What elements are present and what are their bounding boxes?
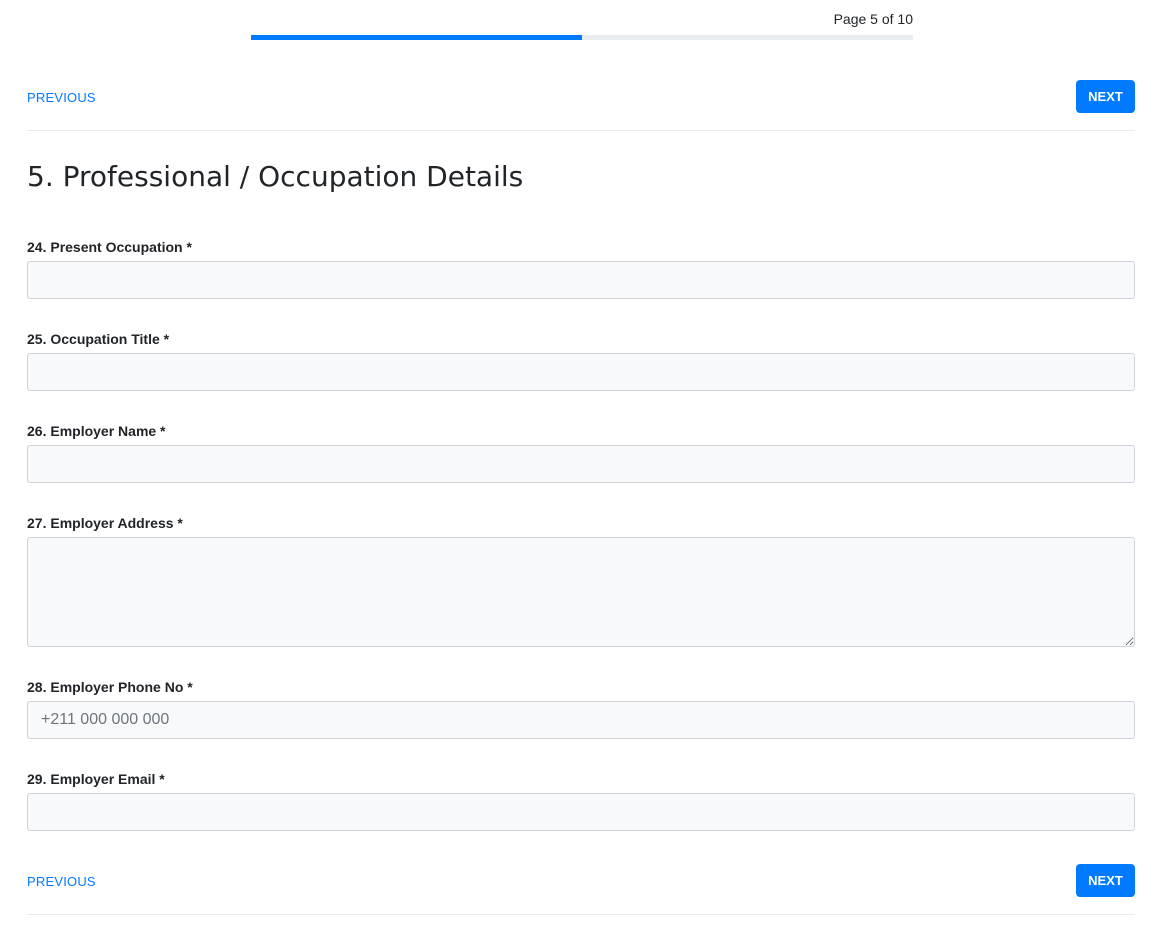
present-occupation-label: 24. Present Occupation * bbox=[27, 239, 192, 255]
occupation-title-group: 25. Occupation Title * bbox=[27, 329, 1135, 391]
employer-name-group: 26. Employer Name * bbox=[27, 421, 1135, 483]
employer-phone-group: 28. Employer Phone No * bbox=[27, 677, 1135, 739]
employer-phone-input[interactable] bbox=[27, 701, 1135, 739]
present-occupation-group: 24. Present Occupation * bbox=[27, 237, 1135, 299]
employer-address-group: 27. Employer Address * bbox=[27, 513, 1135, 647]
page-title: 5. Professional / Occupation Details bbox=[27, 160, 524, 193]
next-button[interactable]: NEXT bbox=[1076, 80, 1135, 113]
previous-button[interactable]: PREVIOUS bbox=[27, 874, 96, 889]
occupation-title-input[interactable] bbox=[27, 353, 1135, 391]
employer-email-input[interactable] bbox=[27, 793, 1135, 831]
page-indicator: Page 5 of 10 bbox=[833, 11, 913, 27]
progress-section: Page 5 of 10 bbox=[251, 0, 913, 40]
progress-bar-fill bbox=[251, 35, 582, 40]
present-occupation-input[interactable] bbox=[27, 261, 1135, 299]
occupation-title-label: 25. Occupation Title * bbox=[27, 331, 170, 347]
employer-email-label: 29. Employer Email * bbox=[27, 771, 165, 787]
previous-button[interactable]: PREVIOUS bbox=[27, 90, 96, 105]
employer-name-input[interactable] bbox=[27, 445, 1135, 483]
progress-bar bbox=[251, 35, 913, 40]
top-navigation: PREVIOUS NEXT bbox=[27, 80, 1135, 131]
bottom-navigation: PREVIOUS NEXT bbox=[27, 864, 1135, 915]
employer-email-group: 29. Employer Email * bbox=[27, 769, 1135, 831]
next-button[interactable]: NEXT bbox=[1076, 864, 1135, 897]
employer-address-textarea[interactable] bbox=[27, 537, 1135, 647]
employer-name-label: 26. Employer Name * bbox=[27, 423, 166, 439]
employer-address-label: 27. Employer Address * bbox=[27, 515, 183, 531]
employer-phone-label: 28. Employer Phone No * bbox=[27, 679, 193, 695]
